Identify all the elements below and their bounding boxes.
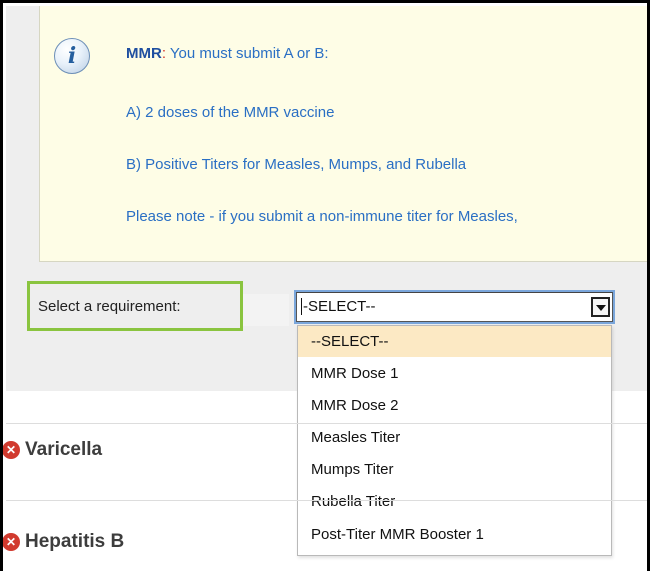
section-divider [6, 500, 647, 501]
option-rubella-titer[interactable]: Rubella Titer [298, 486, 611, 517]
error-x-icon: ✕ [3, 441, 20, 459]
option-mmr-dose-1[interactable]: MMR Dose 1 [298, 358, 611, 389]
info-line-b: B) Positive Titers for Measles, Mumps, a… [126, 156, 467, 173]
requirement-dropdown-list: --SELECT-- MMR Dose 1 MMR Dose 2 Measles… [297, 325, 612, 556]
screenshot-frame: i MMR: You must submit A or B: A) 2 dose… [0, 0, 650, 571]
select-current-value: -SELECT-- [303, 298, 376, 315]
info-line-a: A) 2 doses of the MMR vaccine [126, 104, 335, 121]
info-title: MMR: You must submit A or B: [126, 45, 329, 62]
info-title-bold: MMR [126, 45, 162, 62]
error-x-icon: ✕ [3, 533, 20, 551]
option-post-titer-mmr-booster-1[interactable]: Post-Titer MMR Booster 1 [298, 519, 611, 550]
label-spacer [243, 294, 289, 326]
requirement-label: Select a requirement: [38, 298, 181, 315]
section-varicella[interactable]: ✕ Varicella [3, 439, 103, 461]
option-mmr-dose-2[interactable]: MMR Dose 2 [298, 390, 611, 421]
option-select[interactable]: --SELECT-- [298, 326, 611, 357]
section-title: Varicella [25, 439, 103, 460]
info-title-rest: You must submit A or B: [166, 45, 329, 62]
text-cursor [301, 298, 302, 315]
option-measles-titer[interactable]: Measles Titer [298, 422, 611, 453]
option-mumps-titer[interactable]: Mumps Titer [298, 454, 611, 485]
section-title: Hepatitis B [25, 531, 125, 552]
section-divider [6, 423, 647, 424]
section-hepatitis-b[interactable]: ✕ Hepatitis B [3, 531, 125, 553]
chevron-down-icon[interactable] [591, 297, 610, 317]
info-note: Please note - if you submit a non-immune… [126, 208, 518, 225]
requirement-select[interactable]: -SELECT-- [294, 290, 615, 324]
info-icon: i [54, 38, 90, 74]
